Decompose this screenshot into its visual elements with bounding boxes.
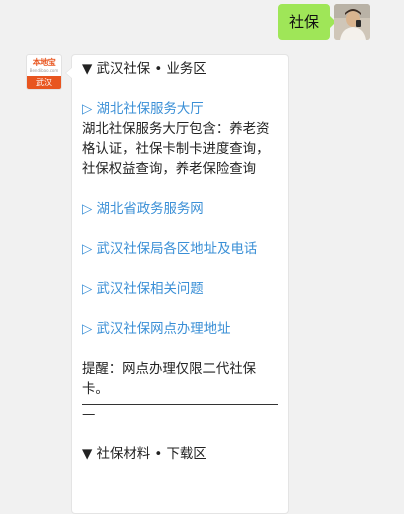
hall-description: 湖北社保服务大厅包含：养老资格认证，社保卡制卡进度查询，社保权益查询，养老保险查… <box>82 122 270 177</box>
link-outlet-addresses[interactable]: ▷ 武汉社保网点办理地址 <box>82 320 280 340</box>
brand-site-text: Bendibao.com <box>29 68 59 73</box>
user-photo-icon <box>334 4 370 40</box>
bendibao-avatar[interactable]: 本地宝 Bendibao.com 武汉 <box>26 54 62 90</box>
brand-logo-text: 本地宝 <box>32 58 56 67</box>
dash-line: — <box>82 407 96 422</box>
city-label: 武汉 <box>27 76 61 89</box>
link-related-questions[interactable]: ▷ 武汉社保相关问题 <box>82 280 280 300</box>
link-hubei-gov-service[interactable]: ▷ 湖北省政务服务网 <box>82 200 280 220</box>
link-district-addresses[interactable]: ▷ 武汉社保局各区地址及电话 <box>82 240 280 260</box>
user-avatar[interactable] <box>334 4 370 40</box>
incoming-bubble: ▼ 武汉社保 • 业务区 ▷ 湖北社保服务大厅 湖北社保服务大厅包含：养老资格认… <box>65 54 289 514</box>
business-section-heading: ▼ 武汉社保 • 业务区 <box>82 62 207 77</box>
link-hubei-social-security-hall[interactable]: ▷ 湖北社保服务大厅 <box>82 100 280 120</box>
reminder-text: 提醒：网点办理仅限二代社保卡。 <box>82 362 257 397</box>
download-section-heading: ▼ 社保材料 • 下载区 <box>82 447 207 462</box>
outgoing-bubble[interactable]: 社保 <box>277 4 337 40</box>
